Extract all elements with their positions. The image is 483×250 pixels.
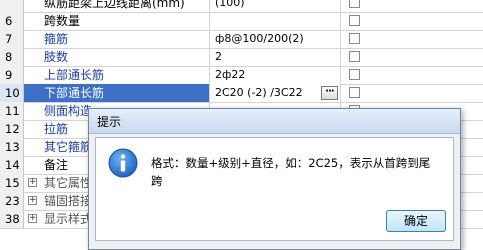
group-label: 其它属性 (44, 176, 93, 190)
row-value[interactable]: 2 (210, 48, 341, 66)
row-number: 7 (0, 30, 24, 48)
grid-row[interactable]: 7 箍筋 ф8@100/200(2) (0, 30, 483, 49)
dialog-title: 提示 (97, 115, 122, 129)
row-name: 纵筋距梁上边线距离(mm) (24, 0, 210, 12)
row-checkbox-cell (341, 0, 483, 12)
row-value-text[interactable]: 2C20 (-2) /3C22 (215, 86, 303, 99)
row-value[interactable] (210, 12, 341, 30)
row-number: 10 (0, 84, 24, 102)
row-name: 肢数 (24, 48, 210, 66)
checkbox[interactable] (349, 69, 360, 80)
row-number: 14 (0, 156, 24, 174)
group-label: 锚固搭接 (44, 194, 93, 208)
dialog-titlebar[interactable]: 提示 (89, 109, 460, 134)
row-checkbox-cell (341, 48, 483, 66)
row-number: 13 (0, 138, 24, 156)
ok-button[interactable]: 确定 (386, 210, 446, 232)
row-number: 23 (0, 192, 24, 210)
row-number: 38 (0, 210, 24, 228)
expand-icon[interactable]: + (28, 196, 37, 205)
row-number: 6 (0, 12, 24, 30)
row-checkbox-cell (341, 66, 483, 84)
row-number: 15 (0, 174, 24, 192)
dialog-body: 格式：数量+级别+直径，如：2C25，表示从首跨到尾跨 确定 (95, 137, 454, 241)
grid-row[interactable]: 8 肢数 2 (0, 48, 483, 67)
grid-row[interactable]: 9 上部通长筋 2ф22 (0, 66, 483, 85)
info-icon (108, 148, 138, 178)
row-number (0, 0, 24, 12)
checkbox[interactable] (349, 51, 360, 62)
row-value[interactable]: ф8@100/200(2) (210, 30, 341, 48)
row-checkbox-cell (341, 84, 483, 102)
dialog-message: 格式：数量+级别+直径，如：2C25，表示从首跨到尾跨 (151, 156, 431, 188)
checkbox[interactable] (349, 15, 360, 26)
row-number: 8 (0, 48, 24, 66)
grid-row-selected[interactable]: 10 下部通长筋 2C20 (-2) /3C22 ··· (0, 84, 483, 103)
row-value-editor[interactable]: 2C20 (-2) /3C22 ··· (210, 84, 341, 102)
row-value[interactable]: (100) (210, 0, 341, 12)
row-name: 箍筋 (24, 30, 210, 48)
row-checkbox-cell (341, 30, 483, 48)
expand-icon[interactable]: + (28, 214, 37, 223)
checkbox[interactable] (349, 33, 360, 44)
ellipsis-button[interactable]: ··· (321, 86, 338, 100)
row-number: 12 (0, 120, 24, 138)
row-checkbox-cell (341, 12, 483, 30)
group-label: 显示样式 (44, 212, 93, 226)
message-dialog: 提示 格式：数量+级别+直径，如：2C25，表示从首跨到尾跨 确定 (88, 108, 461, 250)
row-name: 下部通长筋 (24, 84, 210, 102)
row-number: 9 (0, 66, 24, 84)
grid-row[interactable]: 6 跨数量 (0, 12, 483, 31)
row-name: 上部通长筋 (24, 66, 210, 84)
checkbox[interactable] (349, 87, 360, 98)
row-number: 11 (0, 102, 24, 120)
expand-icon[interactable]: + (28, 178, 37, 187)
row-name: 跨数量 (24, 12, 210, 30)
checkbox[interactable] (349, 0, 360, 8)
row-value[interactable]: 2ф22 (210, 66, 341, 84)
